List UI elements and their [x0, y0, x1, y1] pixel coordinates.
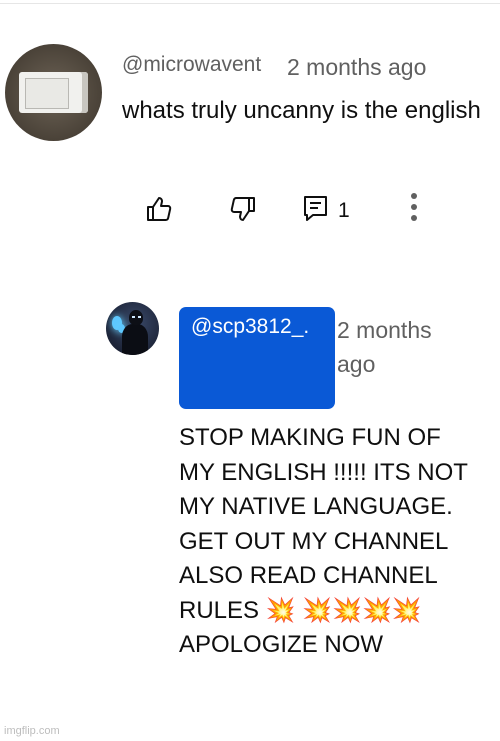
top-divider [0, 3, 500, 4]
reply-username[interactable]: @scp3812_. [191, 315, 309, 339]
like-icon [147, 197, 172, 221]
avatar-microwavent[interactable] [5, 44, 102, 141]
reply-count[interactable]: 1 [338, 199, 350, 223]
watermark: imgflip.com [4, 725, 60, 737]
more-icon[interactable] [408, 193, 420, 227]
comment-time: 2 months ago [287, 54, 427, 80]
comment-text: whats truly uncanny is the english [122, 97, 481, 124]
dislike-icon [230, 197, 255, 221]
avatar-scp3812[interactable] [106, 302, 159, 355]
microwave-image [19, 72, 88, 113]
reply-button[interactable] [303, 195, 329, 228]
reply-icon [304, 196, 327, 221]
reply-time: 2 months ago [337, 317, 432, 377]
dislike-button[interactable] [230, 196, 256, 227]
like-button[interactable] [146, 196, 172, 227]
reply-text: STOP MAKING FUN OF MY ENGLISH !!!!! ITS … [179, 424, 468, 658]
comment-username[interactable]: @microwavent [122, 53, 261, 77]
